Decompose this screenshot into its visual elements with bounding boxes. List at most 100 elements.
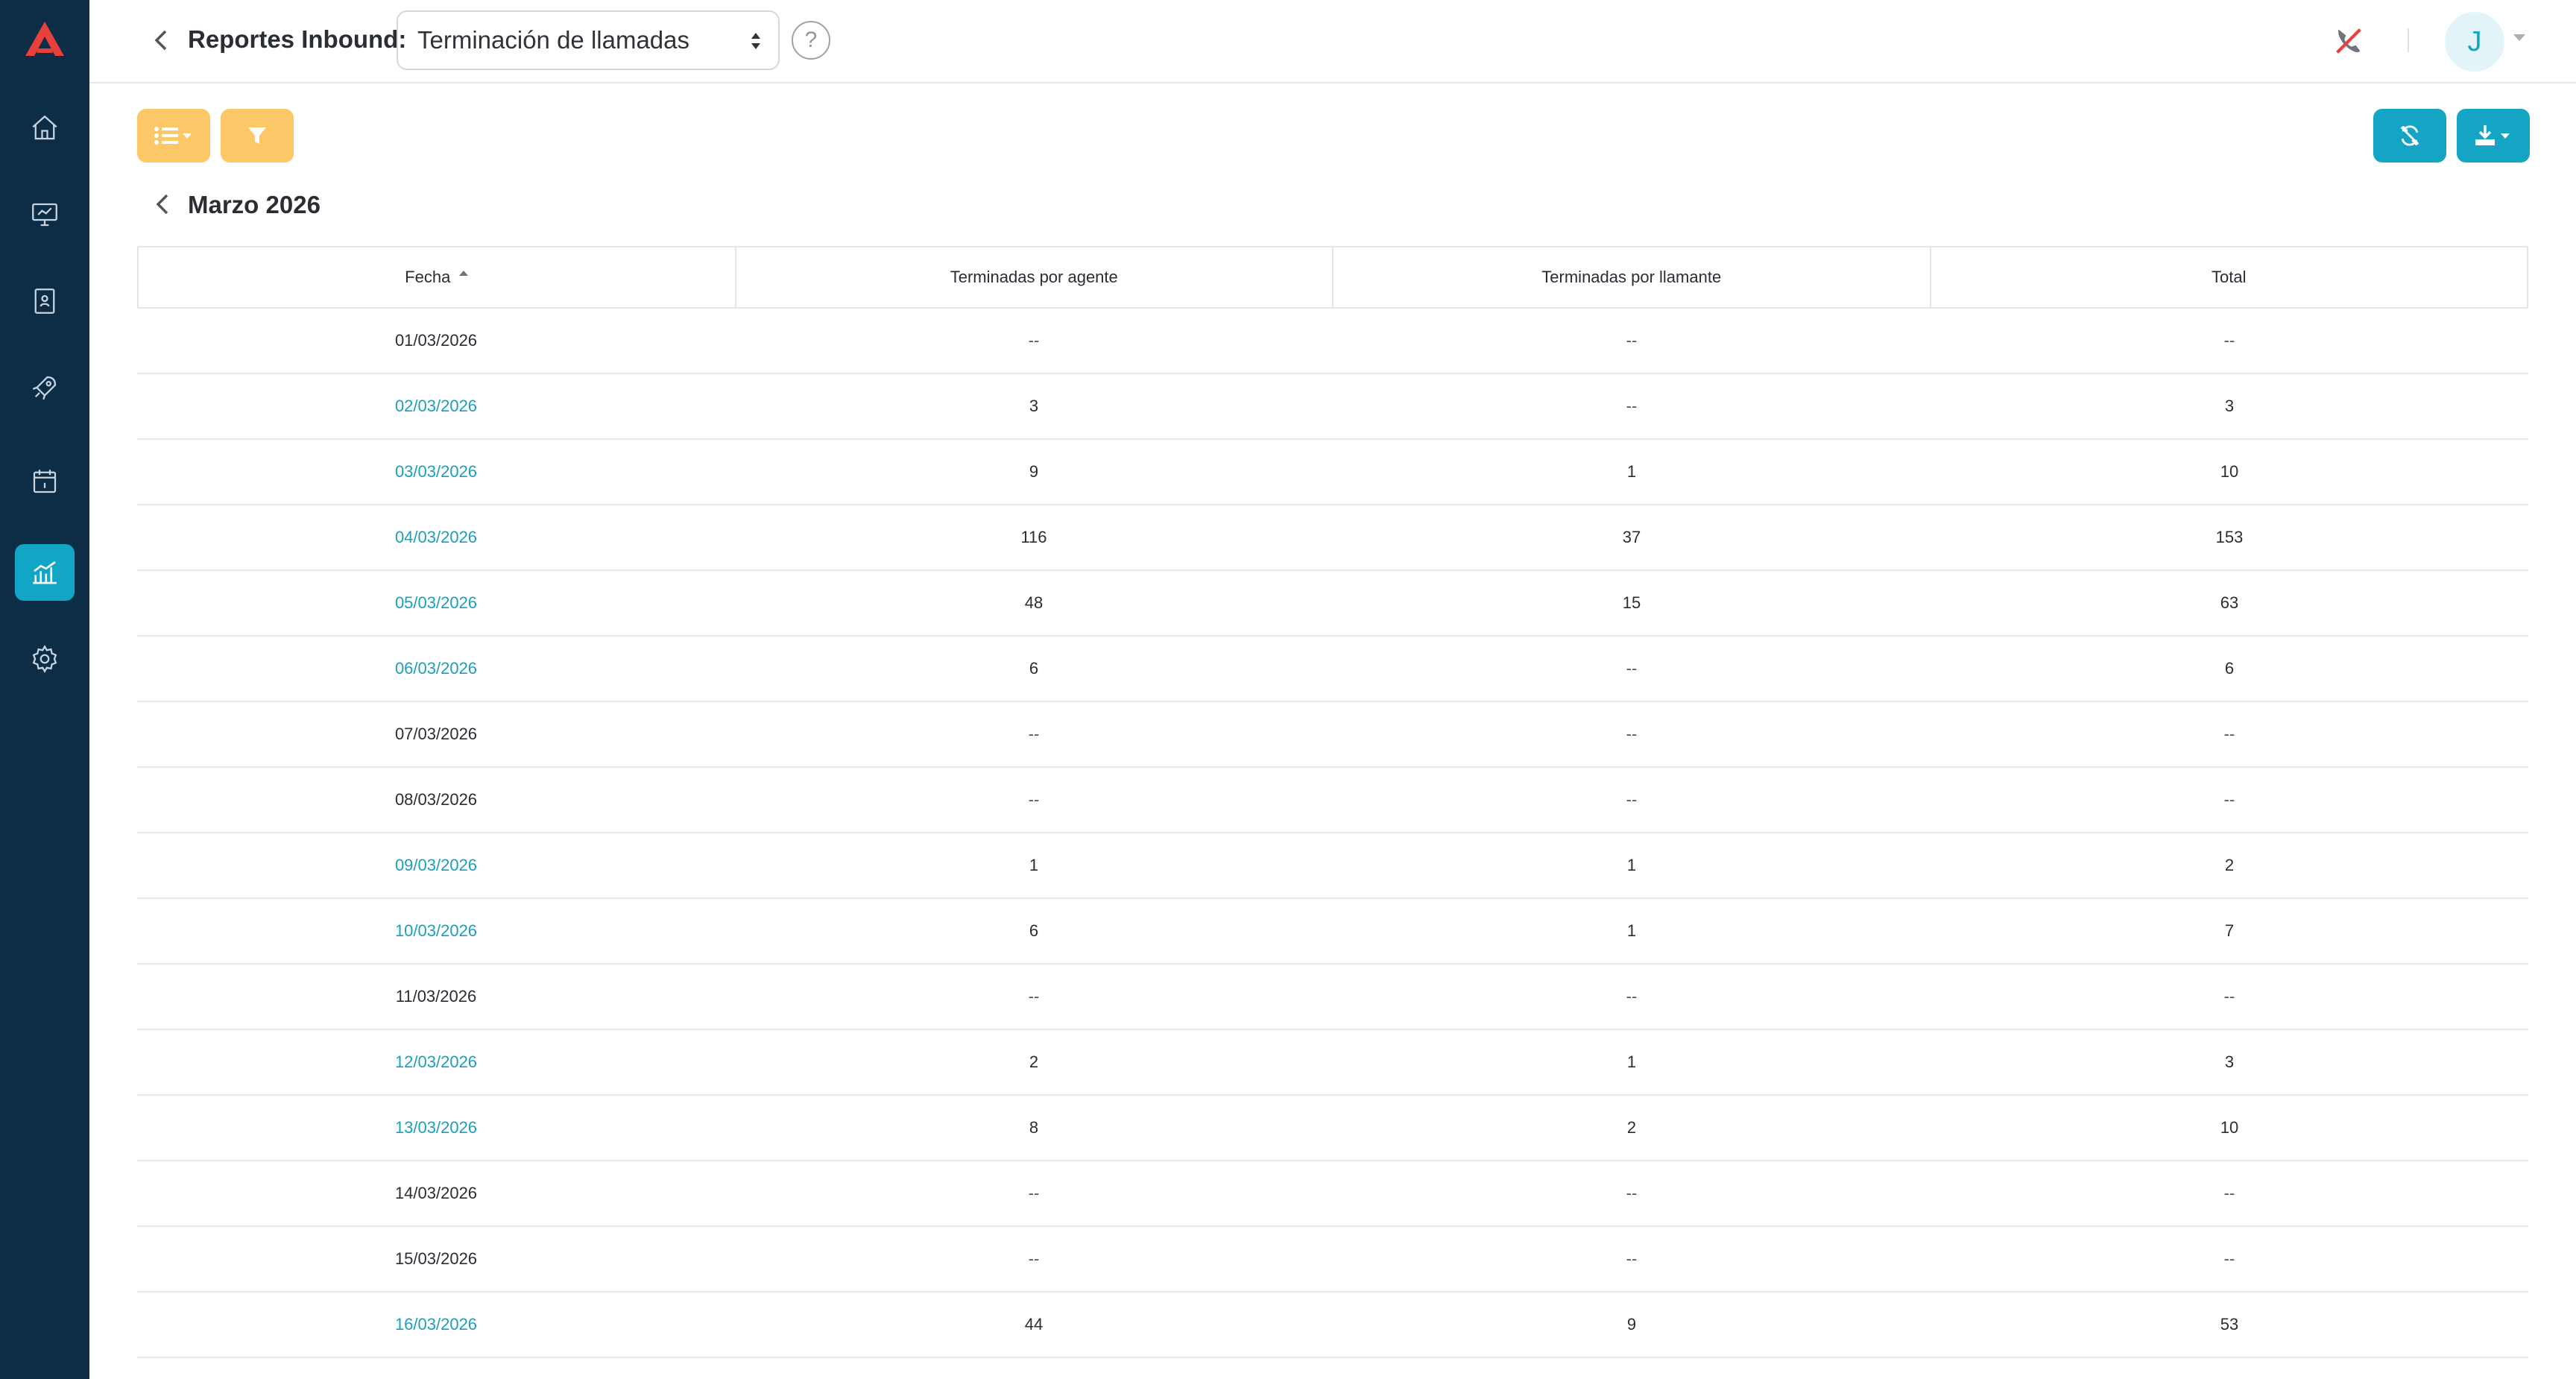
- caller-terminated-cell: --: [1626, 725, 1638, 743]
- caller-terminated-cell: --: [1626, 397, 1638, 415]
- agent-terminated-cell: 48: [1024, 593, 1044, 612]
- total-cell: --: [2223, 725, 2235, 743]
- agent-terminated-cell: 9: [1029, 462, 1039, 481]
- date-link[interactable]: 13/03/2026: [137, 1096, 735, 1160]
- total-cell: 7: [2224, 921, 2235, 940]
- agent-terminated-cell: 44: [1024, 1315, 1044, 1334]
- total-cell: 6: [2224, 659, 2235, 678]
- date-link[interactable]: 03/03/2026: [137, 440, 735, 504]
- period-title: Marzo 2026: [188, 191, 321, 218]
- total-cell: --: [2223, 987, 2235, 1006]
- date-cell: 11/03/2026: [395, 987, 477, 1006]
- view-list-button[interactable]: [137, 109, 210, 162]
- page-title: Reportes Inbound:: [188, 25, 407, 53]
- total-cell: --: [2223, 1249, 2235, 1268]
- date-cell: 14/03/2026: [394, 1184, 478, 1202]
- column-header-caller[interactable]: Terminadas por llamante: [1333, 247, 1931, 307]
- date-link[interactable]: 10/03/2026: [137, 899, 735, 963]
- calendar-icon: [33, 470, 57, 493]
- agent-terminated-cell: 6: [1029, 659, 1039, 678]
- help-button[interactable]: ?: [792, 21, 830, 60]
- previous-month-button[interactable]: [149, 189, 176, 219]
- report-type-select[interactable]: Terminación de llamadas: [397, 10, 780, 70]
- gear-icon: [32, 645, 57, 673]
- download-icon: [2475, 125, 2510, 145]
- caller-terminated-cell: --: [1626, 1249, 1638, 1268]
- date-link[interactable]: 16/03/2026: [137, 1293, 735, 1357]
- table-body: 01/03/2026 -- -- -- 02/03/2026 3 -- 3 03/03/2026…: [137, 309, 2528, 1358]
- agent-terminated-cell: 116: [1020, 528, 1047, 546]
- chevron-left-icon: [156, 194, 168, 215]
- chart-icon: [33, 561, 57, 584]
- agent-terminated-cell: 2: [1029, 1053, 1039, 1071]
- date-cell: 01/03/2026: [394, 331, 478, 350]
- table-row: 11/03/2026 -- -- --: [137, 965, 2528, 1030]
- list-icon: [154, 127, 192, 145]
- select-arrows-icon: [751, 33, 760, 49]
- report-type-value: Terminación de llamadas: [417, 26, 690, 54]
- table-row: 02/03/2026 3 -- 3: [137, 374, 2528, 440]
- column-header-total[interactable]: Total: [1931, 247, 2528, 307]
- report-table: Fecha Terminadas por agente Terminadas p…: [137, 246, 2528, 1358]
- caller-terminated-cell: 9: [1626, 1315, 1637, 1334]
- table-row: 14/03/2026 -- -- --: [137, 1161, 2528, 1227]
- date-link[interactable]: 09/03/2026: [137, 833, 735, 897]
- sidebar-item-contacts[interactable]: [15, 273, 75, 329]
- sync-button[interactable]: [2373, 109, 2446, 162]
- sort-asc-icon: [459, 270, 469, 276]
- table-row: 12/03/2026 2 1 3: [137, 1030, 2528, 1096]
- agent-terminated-cell: --: [1028, 790, 1040, 809]
- caller-terminated-cell: 1: [1626, 1053, 1637, 1071]
- date-link[interactable]: 05/03/2026: [137, 571, 735, 635]
- sidebar-item-campaigns[interactable]: [15, 359, 75, 416]
- app-logo[interactable]: [22, 19, 67, 60]
- sidebar-item-reports[interactable]: [15, 544, 75, 601]
- date-link[interactable]: 02/03/2026: [137, 374, 735, 438]
- agent-terminated-cell: 1: [1029, 856, 1039, 874]
- total-cell: --: [2223, 790, 2235, 809]
- agent-terminated-cell: --: [1028, 1184, 1040, 1202]
- date-link[interactable]: 06/03/2026: [137, 637, 735, 701]
- caller-terminated-cell: 15: [1622, 593, 1641, 612]
- sidebar: [0, 0, 89, 1379]
- total-cell: 63: [2220, 593, 2239, 612]
- sidebar-item-home[interactable]: [15, 100, 75, 157]
- caller-terminated-cell: 1: [1626, 921, 1637, 940]
- chevron-left-icon: [154, 30, 167, 51]
- column-header-date[interactable]: Fecha: [139, 247, 736, 307]
- total-cell: --: [2223, 1184, 2235, 1202]
- caller-terminated-cell: --: [1626, 1184, 1638, 1202]
- total-cell: 3: [2224, 1053, 2235, 1071]
- column-header-agent[interactable]: Terminadas por agente: [736, 247, 1333, 307]
- user-avatar[interactable]: J: [2445, 12, 2504, 72]
- caller-terminated-cell: 1: [1626, 462, 1637, 481]
- caller-terminated-cell: 2: [1626, 1118, 1637, 1137]
- phone-disconnected-icon[interactable]: [2332, 24, 2366, 58]
- agent-terminated-cell: --: [1028, 1249, 1040, 1268]
- total-cell: 10: [2220, 1118, 2239, 1137]
- table-row: 10/03/2026 6 1 7: [137, 899, 2528, 965]
- total-cell: --: [2223, 331, 2235, 350]
- total-cell: 53: [2220, 1315, 2239, 1334]
- date-cell: 08/03/2026: [394, 790, 478, 809]
- download-button[interactable]: [2457, 109, 2530, 162]
- top-bar: Reportes Inbound: Terminación de llamada…: [89, 0, 2576, 83]
- chevron-down-icon[interactable]: [2513, 34, 2525, 41]
- sidebar-item-settings[interactable]: [15, 631, 75, 687]
- date-link[interactable]: 04/03/2026: [137, 505, 735, 569]
- agent-terminated-cell: 8: [1029, 1118, 1039, 1137]
- help-icon: ?: [804, 28, 818, 52]
- caller-terminated-cell: 37: [1622, 528, 1641, 546]
- sidebar-item-monitor[interactable]: [15, 186, 75, 243]
- back-button[interactable]: [146, 25, 176, 55]
- sidebar-item-calendar[interactable]: [15, 453, 75, 510]
- agent-terminated-cell: --: [1028, 725, 1040, 743]
- agent-terminated-cell: --: [1028, 987, 1040, 1006]
- table-row: 06/03/2026 6 -- 6: [137, 637, 2528, 702]
- filter-button[interactable]: [221, 109, 294, 162]
- table-row: 07/03/2026 -- -- --: [137, 702, 2528, 768]
- filter-icon: [248, 127, 266, 144]
- total-cell: 153: [2215, 528, 2244, 546]
- date-link[interactable]: 12/03/2026: [137, 1030, 735, 1094]
- table-header: Fecha Terminadas por agente Terminadas p…: [137, 246, 2528, 309]
